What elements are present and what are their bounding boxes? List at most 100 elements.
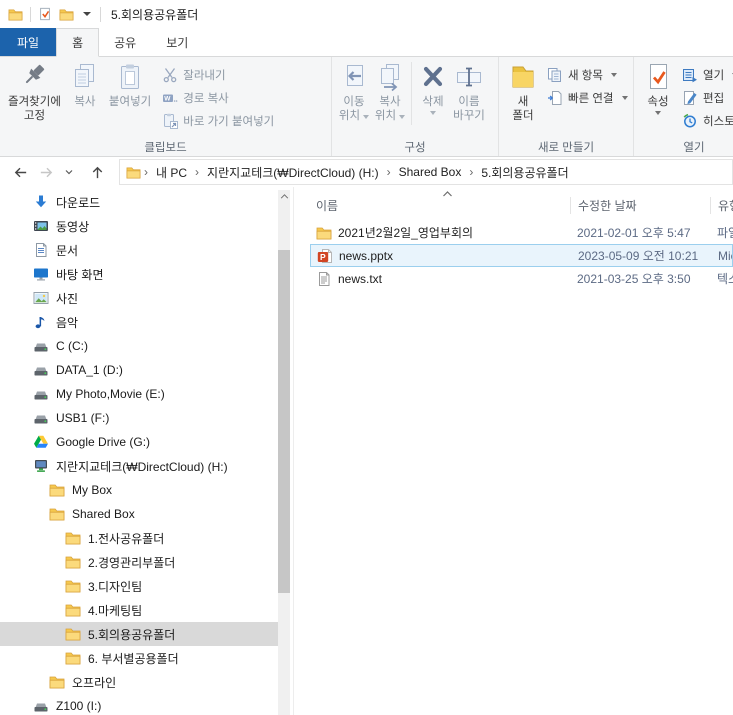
sidebar-item-documents[interactable]: 문서 [0,238,278,262]
qat-customize-dropdown-icon[interactable] [83,12,91,16]
sidebar-item-downloads[interactable]: 다운로드 [0,190,278,214]
sidebar-item-drive-f[interactable]: USB1 (F:) [0,406,278,430]
group-label-clipboard: 클립보드 [0,139,331,155]
delete-button[interactable]: 삭제 [415,58,451,118]
tab-share[interactable]: 공유 [99,28,151,56]
folder-icon [65,602,81,618]
file-name: news.txt [338,272,382,286]
sidebar-item-drive-i[interactable]: Z100 (I:) [0,694,278,715]
qat-properties-icon[interactable] [38,7,52,21]
sidebar-item-desktop[interactable]: 바탕 화면 [0,262,278,286]
file-name: news.pptx [339,249,393,263]
folder-icon [49,506,65,522]
address-breadcrumb-bar[interactable]: › 내 PC › 지란지교테크(₩DirectCloud) (H:) › Sha… [119,159,733,185]
folder-icon [65,578,81,594]
scrollbar-thumb[interactable] [278,250,290,593]
cut-button[interactable]: 잘라내기 [159,64,277,85]
sidebar-item-folder-6[interactable]: 6. 부서별공용폴더 [0,646,278,670]
file-type: Microsoft PowerPoint [711,249,732,263]
sidebar-item-folder-1[interactable]: 1.전사공유폴더 [0,526,278,550]
column-header-type[interactable]: 유형 [710,197,733,214]
sidebar-item-google-drive[interactable]: Google Drive (G:) [0,430,278,454]
new-item-icon [547,67,563,83]
folder-icon [316,225,332,241]
address-bar: › 내 PC › 지란지교테크(₩DirectCloud) (H:) › Sha… [0,157,733,188]
file-row-folder[interactable]: 2021년2월2일_영업부회의 2021-02-01 오후 5:47 파일 폴더 [310,221,733,244]
sort-ascending-icon [442,191,453,197]
desktop-icon [33,266,49,282]
paste-button[interactable]: 붙여넣기 [105,58,155,112]
move-to-button[interactable]: 이동 위치 [336,58,372,126]
sidebar-item-drive-e[interactable]: My Photo,Movie (E:) [0,382,278,406]
sidebar-item-pictures[interactable]: 사진 [0,286,278,310]
column-header-date-modified[interactable]: 수정한 날짜 [570,197,710,214]
sidebar-item-drive-c[interactable]: C (C:) [0,334,278,358]
dropdown-arrow-icon [399,115,405,119]
music-icon [33,314,49,330]
sidebar-item-shared-box[interactable]: Shared Box [0,502,278,526]
edit-pencil-icon [682,90,698,106]
sidebar-item-videos[interactable]: 동영상 [0,214,278,238]
tab-view[interactable]: 보기 [151,28,203,56]
file-date-modified: 2023-05-09 오전 10:21 [571,247,711,264]
folder-icon [65,650,81,666]
edit-button[interactable]: 편집 [679,87,733,108]
breadcrumb-drive-h[interactable]: 지란지교테크(₩DirectCloud) (H:) [202,164,384,181]
rename-button[interactable]: 이름 바꾸기 [451,58,487,126]
up-button[interactable] [89,164,106,181]
sidebar-item-folder-4[interactable]: 4.마케팅팀 [0,598,278,622]
sidebar-item-folder-3[interactable]: 3.디자인팀 [0,574,278,598]
breadcrumb-separator: › [468,165,474,179]
scrollbar-up-arrow[interactable] [278,190,290,203]
file-explorer-window: 5.회의용공유폴더 파일 홈 공유 보기 즐겨찾기에 고정 복사 붙여넣기 [0,0,733,715]
ribbon-group-new: 새 폴더 새 항목 빠른 연결 새로 만들기 [499,57,634,156]
paste-shortcut-icon [162,113,178,129]
breadcrumb-shared-box[interactable]: Shared Box [394,165,467,179]
tab-file[interactable]: 파일 [0,28,56,56]
open-button[interactable]: 열기 [679,64,733,85]
ribbon-group-clipboard: 즐겨찾기에 고정 복사 붙여넣기 잘라내기 경로 복사 [0,57,332,156]
properties-check-icon [642,61,674,93]
copy-button[interactable]: 복사 [65,58,105,112]
new-item-button[interactable]: 새 항목 [544,64,631,85]
forward-button[interactable] [38,164,55,181]
content-area: 다운로드 동영상 문서 바탕 화면 사진 [0,187,733,715]
properties-button[interactable]: 속성 [638,58,678,118]
breadcrumb-separator: › [194,165,200,179]
sidebar-item-offline[interactable]: 오프라인 [0,670,278,694]
sidebar-item-my-box[interactable]: My Box [0,478,278,502]
chevron-down-icon [64,167,74,177]
file-date-modified: 2021-02-01 오후 5:47 [570,224,710,241]
back-button[interactable] [12,164,29,181]
qat-new-folder-icon[interactable] [59,7,74,22]
current-folder-icon [126,165,141,180]
copy-path-icon [162,90,178,106]
sidebar-item-music[interactable]: 음악 [0,310,278,334]
scissors-icon [162,67,178,83]
history-button[interactable]: 히스토리 [679,110,733,131]
file-name: 2021년2월2일_영업부회의 [338,224,473,241]
copy-to-button[interactable]: 복사 위치 [372,58,408,126]
pin-to-favorites-button[interactable]: 즐겨찾기에 고정 [4,58,65,126]
tab-home[interactable]: 홈 [56,28,99,57]
drive-icon [33,386,49,402]
copy-path-button[interactable]: 경로 복사 [159,87,277,108]
easy-access-button[interactable]: 빠른 연결 [544,87,631,108]
up-arrow-icon [89,164,106,181]
sidebar-scrollbar[interactable] [278,190,290,715]
breadcrumb-current-folder[interactable]: 5.회의용공유폴더 [476,164,573,181]
sidebar-item-folder-5-selected[interactable]: 5.회의용공유폴더 [0,622,278,646]
pushpin-icon [18,61,50,93]
file-row-news-pptx[interactable]: news.pptx 2023-05-09 오전 10:21 Microsoft … [310,244,733,267]
sidebar-item-folder-2[interactable]: 2.경영관리부폴더 [0,550,278,574]
breadcrumb-my-pc[interactable]: 내 PC [151,164,192,181]
file-row-news-txt[interactable]: news.txt 2021-03-25 오후 3:50 텍스트 문서 [310,267,733,290]
text-file-icon [316,271,332,287]
sidebar-item-drive-h-directcloud[interactable]: 지란지교테크(₩DirectCloud) (H:) [0,454,278,478]
new-folder-button[interactable]: 새 폴더 [503,58,543,126]
paste-shortcut-button[interactable]: 바로 가기 붙여넣기 [159,110,277,131]
google-drive-icon [33,434,49,450]
column-header-name[interactable]: 이름 [310,197,570,214]
recent-locations-button[interactable] [64,167,74,177]
sidebar-item-drive-d[interactable]: DATA_1 (D:) [0,358,278,382]
